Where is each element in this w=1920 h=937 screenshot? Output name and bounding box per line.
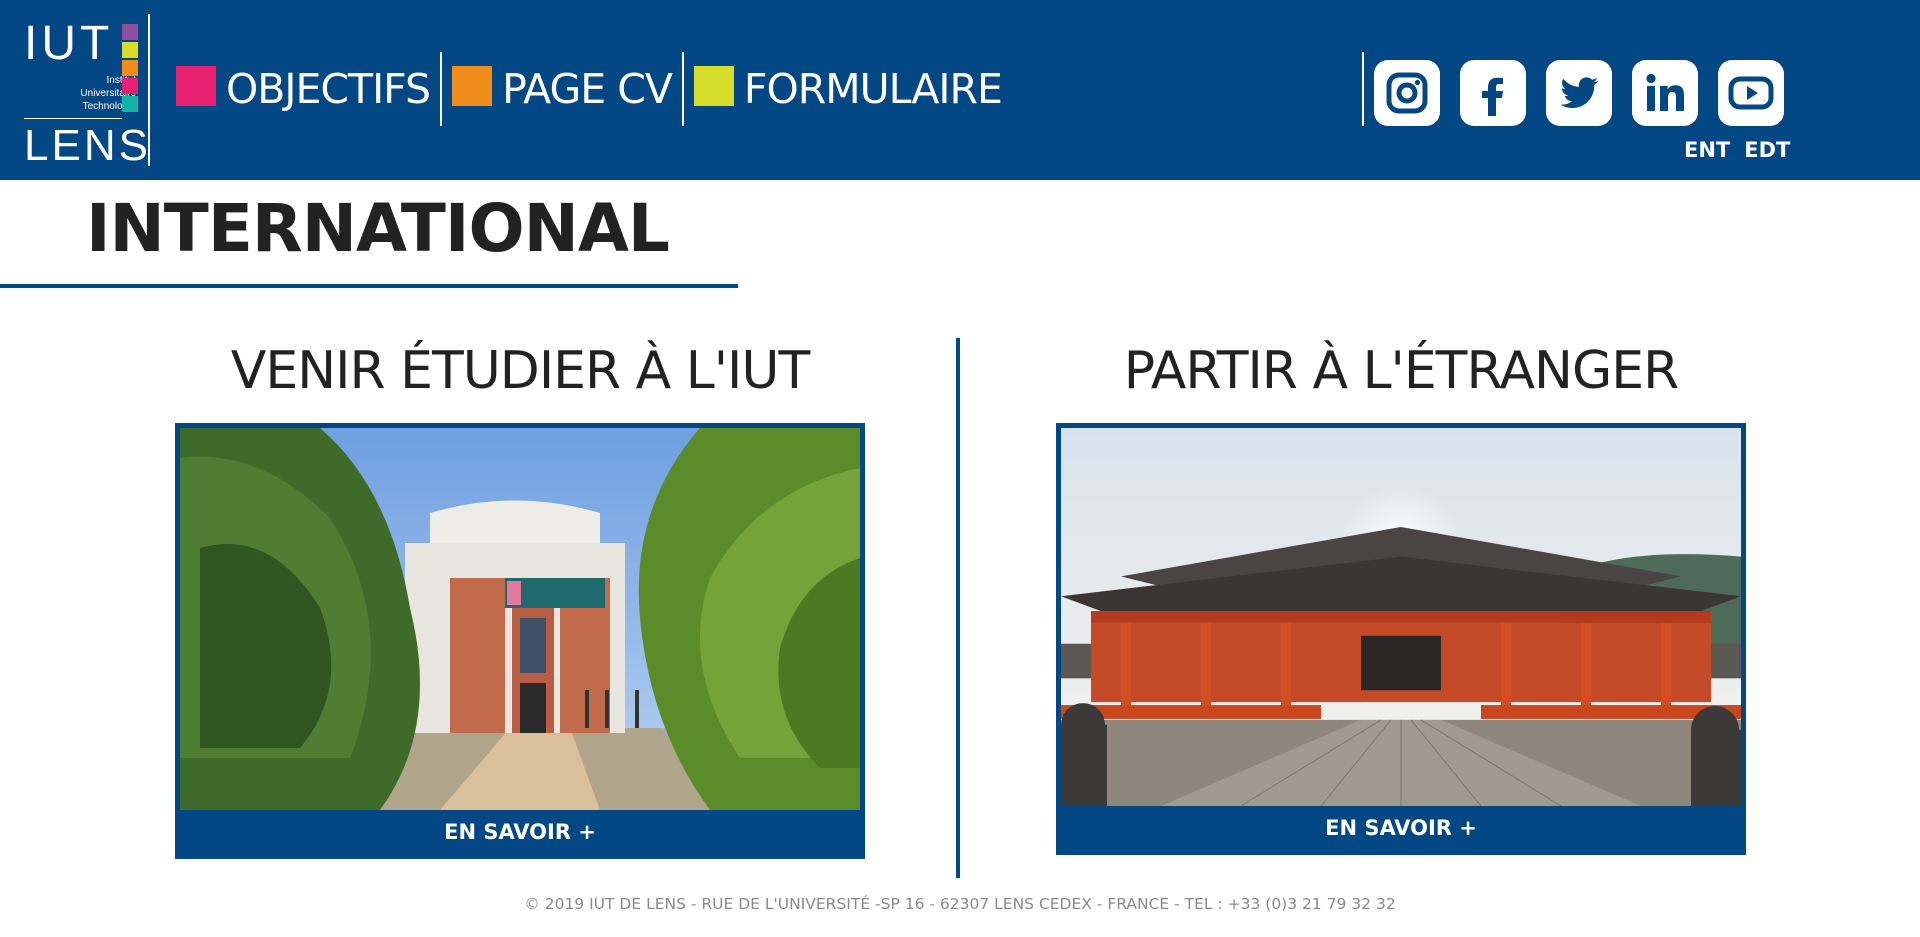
logo-color-squares xyxy=(122,24,138,114)
nav-separator xyxy=(681,52,684,126)
facebook-link[interactable] xyxy=(1460,60,1526,126)
linkedin-link[interactable] xyxy=(1632,60,1698,126)
social-separator xyxy=(1362,52,1364,126)
instagram-icon xyxy=(1386,72,1428,114)
nav-item-page-cv[interactable]: PAGE CV xyxy=(452,52,673,126)
nav-label: OBJECTIFS xyxy=(226,65,431,113)
youtube-icon xyxy=(1728,76,1774,110)
campus-building-image xyxy=(180,428,860,810)
footer-text: © 2019 IUT DE LENS - RUE DE L'UNIVERSITÉ… xyxy=(524,895,1396,913)
en-savoir-plus-button[interactable]: EN SAVOIR + xyxy=(180,810,860,854)
twitter-link[interactable] xyxy=(1546,60,1612,126)
logo-divider xyxy=(148,14,150,166)
facebook-icon xyxy=(1482,77,1503,116)
title-underline xyxy=(0,284,738,288)
card-partir-etranger: PARTIR À L'ÉTRANGER EN SAVOIR + xyxy=(1056,345,1746,855)
linkedin-icon xyxy=(1646,73,1684,111)
iut-lens-logo[interactable]: IUT Institut Universitaire Technologie L… xyxy=(18,12,151,170)
logo-rule xyxy=(24,118,122,119)
card-heading: PARTIR À L'ÉTRANGER xyxy=(1123,341,1679,401)
logo-square xyxy=(122,78,138,94)
nav-label: FORMULAIRE xyxy=(743,65,1003,113)
social-links xyxy=(1374,60,1804,126)
nav-separator xyxy=(440,52,443,126)
card-link[interactable]: EN SAVOIR + xyxy=(1056,423,1746,855)
card-heading: VENIR ÉTUDIER À L'IUT xyxy=(230,341,810,401)
main-nav: OBJECTIFS PAGE CV FORMULAIRE xyxy=(176,52,1003,126)
instagram-link[interactable] xyxy=(1374,60,1440,126)
ent-link[interactable]: ENT xyxy=(1684,138,1730,162)
nav-item-formulaire[interactable]: FORMULAIRE xyxy=(693,52,1003,126)
youtube-link[interactable] xyxy=(1718,60,1784,126)
logo-square xyxy=(122,96,138,112)
quick-links: ENT EDT xyxy=(1684,138,1804,162)
logo-square xyxy=(122,24,138,40)
column-divider xyxy=(956,338,960,878)
logo-lens-text: LENS xyxy=(24,121,151,170)
logo-square xyxy=(122,60,138,76)
logo-square xyxy=(122,42,138,58)
site-header: IUT Institut Universitaire Technologie L… xyxy=(0,0,1920,180)
edt-link[interactable]: EDT xyxy=(1744,138,1790,162)
japanese-temple-image xyxy=(1061,428,1741,806)
logo-iut-text: IUT xyxy=(24,17,114,70)
nav-color-square xyxy=(452,66,493,106)
nav-item-objectifs[interactable]: OBJECTIFS xyxy=(176,52,431,126)
page-title: INTERNATIONAL xyxy=(86,190,670,267)
en-savoir-plus-button[interactable]: EN SAVOIR + xyxy=(1061,806,1741,850)
card-venir-etudier: VENIR ÉTUDIER À L'IUT EN SAVOIR + xyxy=(175,345,865,859)
twitter-icon xyxy=(1560,77,1599,108)
card-link[interactable]: EN SAVOIR + xyxy=(175,423,865,859)
nav-color-square xyxy=(693,66,734,106)
nav-label: PAGE CV xyxy=(502,65,673,113)
nav-color-square xyxy=(176,66,216,106)
